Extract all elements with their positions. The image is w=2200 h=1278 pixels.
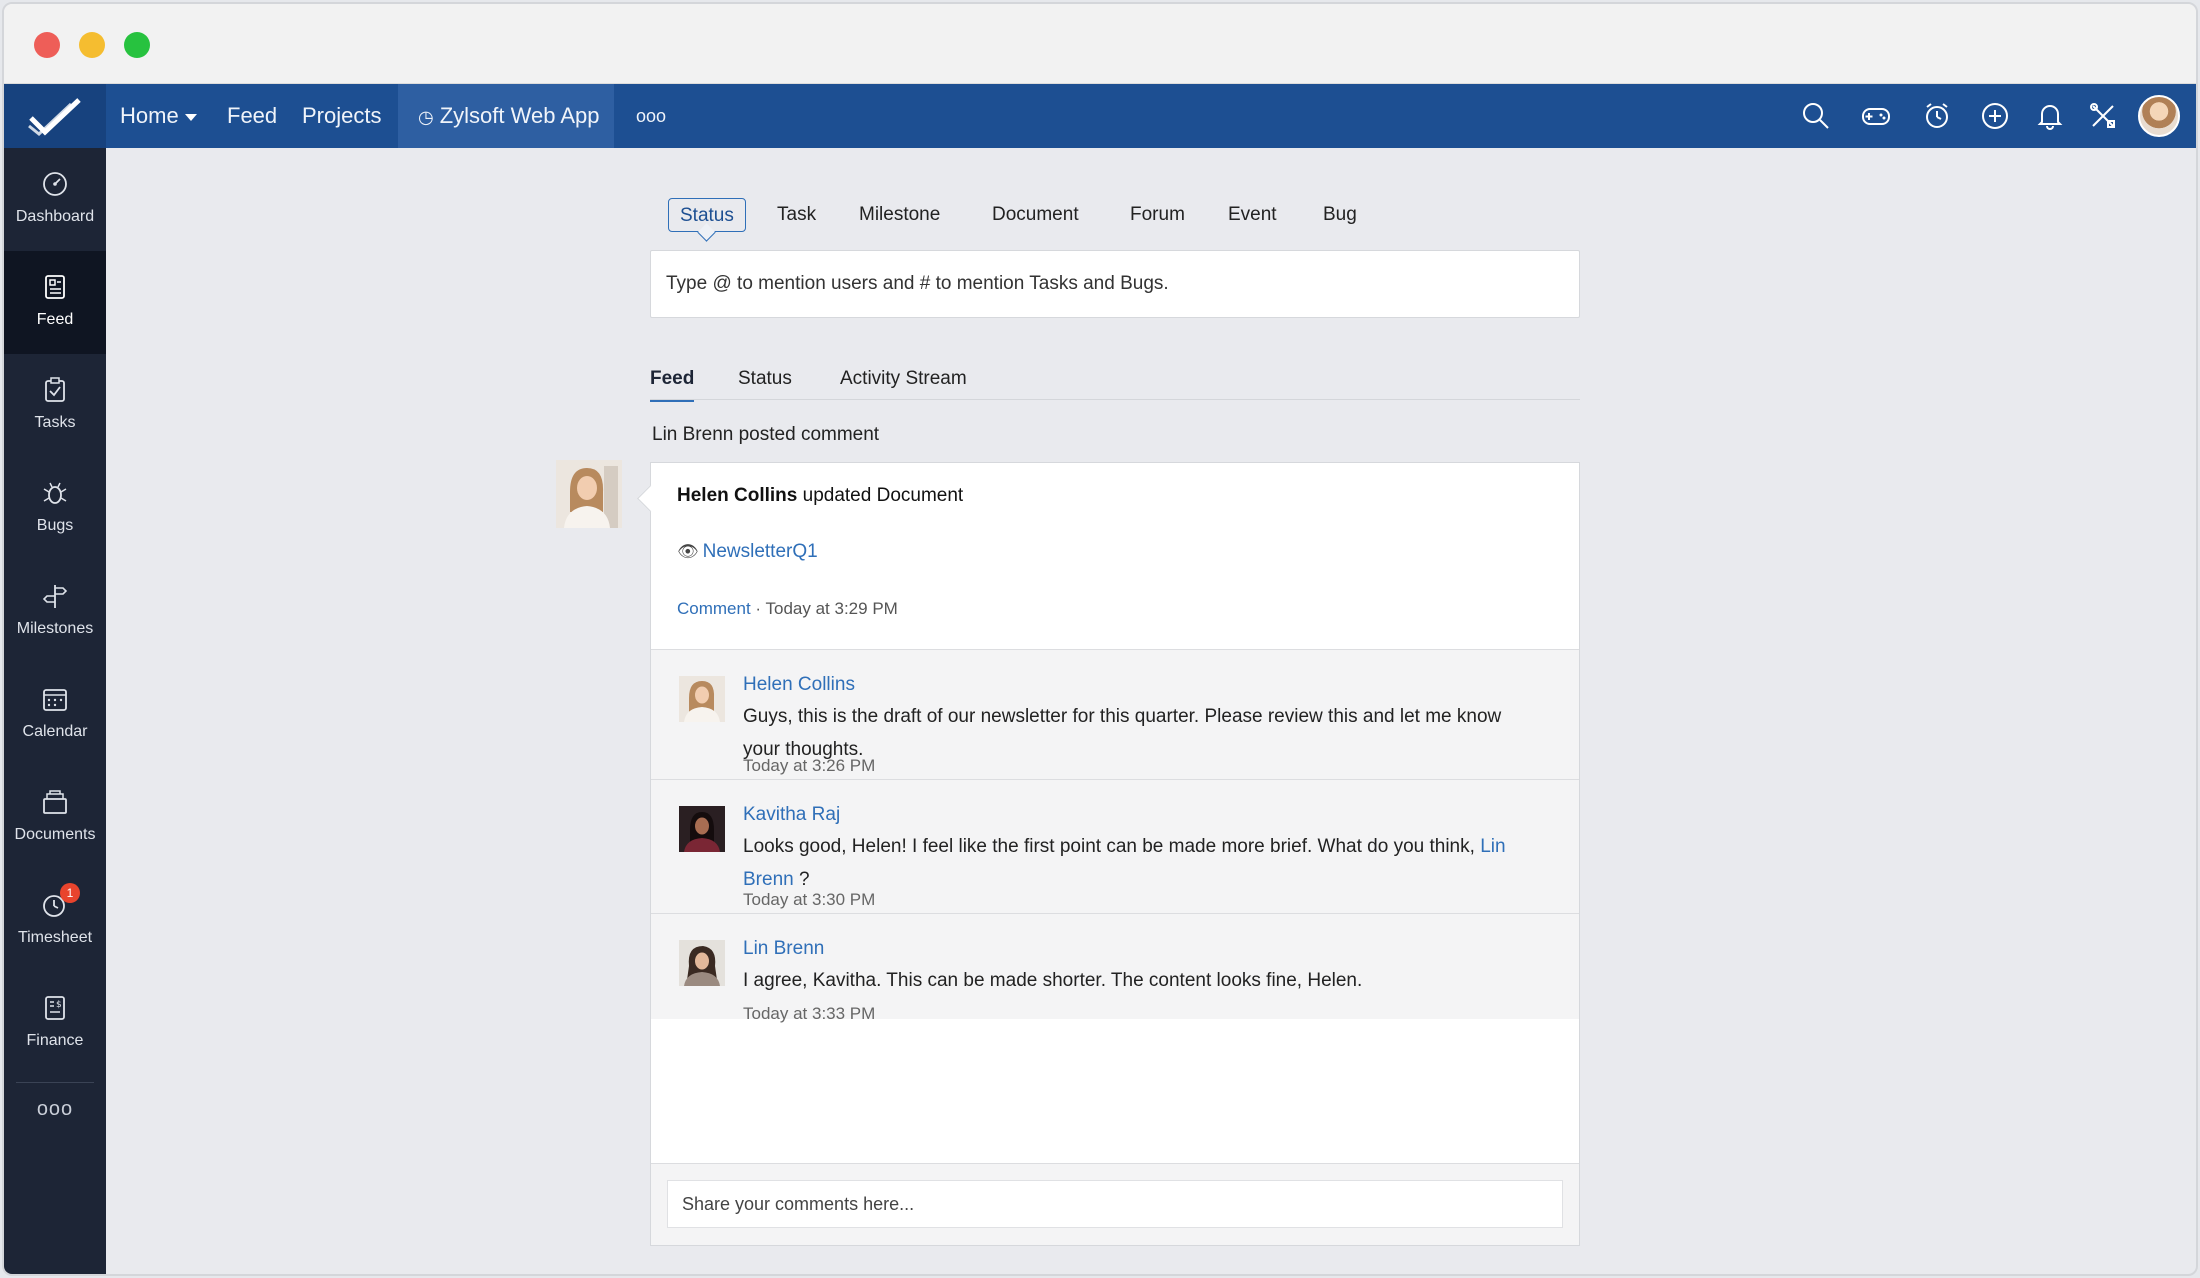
compose-tab-milestone[interactable]: Milestone [859,198,940,232]
compose-tab-event[interactable]: Event [1228,198,1277,232]
sidebar-item-tasks[interactable]: Tasks [4,354,106,457]
comment-avatar[interactable] [679,806,725,852]
sidebar-item-label: Feed [36,311,74,328]
post-author[interactable]: Helen Collins [677,485,797,506]
compose-tab-forum[interactable]: Forum [1130,198,1185,232]
compose-tab-document[interactable]: Document [992,198,1079,232]
search-icon[interactable] [1801,101,1831,131]
sidebar-item-label: Finance [26,1032,84,1049]
feed-tab-activity-stream[interactable]: Activity Stream [840,362,967,396]
user-avatar[interactable] [2138,95,2180,137]
svg-text:$: $ [56,1000,62,1010]
comment-text-part: Looks good, Helen! I feel like the first… [743,836,1481,857]
compose-tab-bug[interactable]: Bug [1323,198,1357,232]
sidebar-item-finance[interactable]: $ Finance [4,972,106,1075]
app-logo[interactable] [4,84,106,148]
nav-home-label: Home [120,103,179,128]
checkmark-logo-icon [28,98,81,136]
comment-timestamp: Today at 3:26 PM [743,756,876,775]
comment-text: Looks good, Helen! I feel like the first… [743,830,1543,896]
sidebar-item-label: Documents [14,826,96,843]
sidebar: Dashboard Feed Tasks Bugs Milestones Cal… [4,148,106,1274]
comment-timestamp: Today at 3:33 PM [743,1004,876,1023]
sidebar-item-feed[interactable]: Feed [4,251,106,354]
sidebar-item-dashboard[interactable]: Dashboard [4,148,106,251]
sidebar-item-label: Milestones [16,620,94,637]
document-name: NewsletterQ1 [702,541,818,562]
sidebar-item-label: Tasks [34,414,76,431]
sidebar-item-milestones[interactable]: Milestones [4,560,106,663]
maximize-window-button[interactable] [124,32,150,58]
feed-tabs-divider [650,399,1580,400]
feed-tab-feed[interactable]: Feed [650,362,695,402]
minimize-window-button[interactable] [79,32,105,58]
comment-link[interactable]: Comment [677,599,751,618]
bug-icon [41,479,69,507]
sidebar-item-label: Calendar [22,723,88,740]
comment-avatar[interactable] [679,940,725,986]
chevron-down-icon [184,113,197,121]
project-clock-icon: ◷ [418,107,434,127]
feed-tab-status[interactable]: Status [738,362,792,396]
compose-tab-status[interactable]: Status [668,198,746,232]
post-card: Helen Collins updated Document 👁 Newslett… [650,462,1580,1246]
comment-avatar[interactable] [679,676,725,722]
comment-item: Lin Brenn I agree, Kavitha. This can be … [651,913,1579,1023]
add-icon[interactable] [1980,101,2010,131]
eye-icon: 👁 [677,542,699,561]
sidebar-item-label: Timesheet [17,929,93,946]
sidebar-divider [16,1082,94,1083]
tasks-icon [41,376,69,404]
comment-author[interactable]: Kavitha Raj [743,804,840,826]
post-title: Helen Collins updated Document [677,485,963,507]
reply-area: Share your comments here... [651,1163,1579,1245]
comment-author[interactable]: Helen Collins [743,674,855,696]
gamepad-icon[interactable] [1861,101,1891,131]
finance-icon: $ [41,994,69,1022]
sidebar-item-label: Bugs [36,517,74,534]
nav-feed[interactable]: Feed [227,84,277,148]
comment-author[interactable]: Lin Brenn [743,938,824,960]
post-meta: Comment · Today at 3:29 PM [677,599,898,619]
documents-icon [41,788,69,816]
compose-tab-task[interactable]: Task [777,198,816,232]
post-action: updated Document [802,485,964,506]
timer-icon[interactable] [1922,101,1952,131]
nav-home[interactable]: Home [120,84,197,148]
dashboard-icon [41,170,69,198]
poster-avatar[interactable] [556,460,622,528]
calendar-icon [41,685,69,713]
project-name: Zylsoft Web App [439,103,600,128]
nav-projects[interactable]: Projects [302,84,381,148]
close-window-button[interactable] [34,32,60,58]
status-input[interactable]: Type @ to mention users and # to mention… [650,250,1580,318]
comment-text: I agree, Kavitha. This can be made short… [743,970,1363,991]
tools-icon[interactable] [2088,101,2118,131]
notification-badge: 1 [60,883,80,903]
post-timestamp: Today at 3:29 PM [765,599,898,618]
nav-more-button[interactable]: ooo [636,84,666,148]
feed-icon [41,273,69,301]
meta-separator: · [755,599,762,618]
sidebar-item-calendar[interactable]: Calendar [4,663,106,766]
comment-input[interactable]: Share your comments here... [667,1180,1563,1228]
sidebar-item-documents[interactable]: Documents [4,766,106,869]
sidebar-item-bugs[interactable]: Bugs [4,457,106,560]
comment-item: Helen Collins Guys, this is the draft of… [651,649,1579,779]
nav-current-project[interactable]: ◷ Zylsoft Web App [398,84,614,148]
app-window: Home Feed Projects ◷Zylsoft Web App ooo [2,2,2198,1276]
comment-item: Kavitha Raj Looks good, Helen! I feel li… [651,779,1579,913]
sidebar-item-timesheet[interactable]: 1 Timesheet [4,869,106,972]
bell-icon[interactable] [2035,101,2065,131]
comment-text-part: ? [793,869,810,890]
title-bar [4,4,2196,84]
sidebar-item-label: Dashboard [15,208,95,225]
document-link[interactable]: 👁 NewsletterQ1 [677,541,818,563]
comment-timestamp: Today at 3:30 PM [743,890,876,909]
post-header: Lin Brenn posted comment [652,424,880,445]
milestone-icon [41,582,69,610]
sidebar-more-button[interactable]: ooo [4,1098,106,1138]
top-navigation: Home Feed Projects ◷ Zylsoft Web App ooo [4,84,2196,148]
